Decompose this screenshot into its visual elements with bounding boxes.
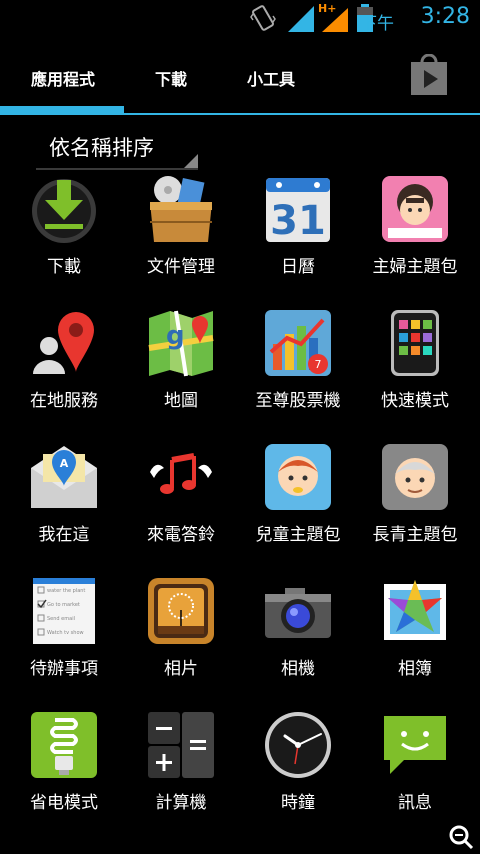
app-file-manager[interactable]: 文件管理 <box>122 168 240 296</box>
clock-icon <box>265 712 331 778</box>
signal-strength-icon <box>288 6 314 32</box>
app-im-here[interactable]: A 我在這 <box>5 436 123 564</box>
tab-downloads[interactable]: 下載 <box>155 66 187 90</box>
ringtone-icon <box>150 453 212 494</box>
app-label: 日曆 <box>281 257 315 277</box>
file-manager-icon <box>150 176 212 242</box>
play-store-button[interactable] <box>410 54 448 96</box>
app-label: 快速模式 <box>381 391 449 411</box>
sort-dropdown[interactable]: 依名稱排序 <box>36 122 198 170</box>
calendar-day-number: 31 <box>270 198 326 244</box>
app-label: 長青主題包 <box>372 525 458 545</box>
app-kids-theme[interactable]: 兒童主題包 <box>239 436 357 564</box>
im-here-icon: A <box>31 446 97 508</box>
photos-icon <box>148 578 214 644</box>
tab-indicator <box>0 106 124 113</box>
time-period: 下午 <box>360 14 394 34</box>
app-download[interactable]: 下載 <box>5 168 123 296</box>
app-drawer-tabs: 應用程式 下載 小工具 <box>0 38 480 116</box>
app-label: 來電答鈴 <box>147 525 215 545</box>
app-label: 兒童主題包 <box>255 525 341 545</box>
tab-widgets[interactable]: 小工具 <box>247 66 295 90</box>
app-todo[interactable]: water the plant Go to market Send email … <box>5 570 123 698</box>
local-services-icon <box>33 312 94 374</box>
kids-theme-icon <box>265 444 331 510</box>
calendar-icon: 31 <box>266 178 330 244</box>
app-calculator[interactable]: 計算機 <box>122 704 240 832</box>
todo-item: Go to market <box>47 602 80 608</box>
app-label: 相片 <box>164 659 198 679</box>
messages-icon <box>384 716 446 774</box>
app-photos[interactable]: 相片 <box>122 570 240 698</box>
app-housewife-theme[interactable]: 主婦主題包 <box>356 168 474 296</box>
gallery-icon <box>384 580 446 640</box>
app-label: 時鐘 <box>281 793 315 813</box>
app-calendar[interactable]: 31 日曆 <box>239 168 357 296</box>
todo-item: Watch tv show <box>47 630 84 636</box>
dropdown-arrow-icon <box>184 154 198 168</box>
calculator-icon <box>148 712 214 778</box>
app-label: 下載 <box>47 257 81 277</box>
sort-label: 依名稱排序 <box>49 136 154 160</box>
clock-time: 3:28 <box>420 4 470 29</box>
stock-icon: 7 <box>265 310 331 376</box>
data-signal-icon <box>322 8 348 32</box>
app-label: 文件管理 <box>147 257 215 277</box>
app-quick-mode[interactable]: 快速模式 <box>356 302 474 430</box>
app-elder-theme[interactable]: 長青主題包 <box>356 436 474 564</box>
app-label: 地圖 <box>164 391 198 411</box>
app-stock[interactable]: 7 至尊股票機 <box>239 302 357 430</box>
todo-item: Send email <box>47 616 75 622</box>
app-label: 訊息 <box>398 793 432 813</box>
app-gallery[interactable]: 相簿 <box>356 570 474 698</box>
app-label: 在地服務 <box>30 391 98 411</box>
download-icon <box>32 179 96 243</box>
todo-item: water the plant <box>47 588 85 594</box>
tab-divider <box>0 113 480 115</box>
app-label: 省电模式 <box>30 793 98 813</box>
status-bar: H+ 下午 3:28 <box>0 0 480 38</box>
app-label: 計算機 <box>155 793 207 813</box>
app-local-services[interactable]: 在地服務 <box>5 302 123 430</box>
app-power-saving[interactable]: 省电模式 <box>5 704 123 832</box>
quick-mode-icon <box>391 310 439 376</box>
app-maps[interactable]: g 地圖 <box>122 302 240 430</box>
maps-icon: g <box>148 310 214 377</box>
housewife-theme-icon <box>382 176 448 242</box>
power-saving-icon <box>31 712 97 778</box>
app-label: 主婦主題包 <box>372 257 458 277</box>
zoom-icon[interactable] <box>448 824 474 850</box>
app-ringtone[interactable]: 來電答鈴 <box>122 436 240 564</box>
app-clock[interactable]: 時鐘 <box>239 704 357 832</box>
svg-text:7: 7 <box>315 358 322 371</box>
svg-text:A: A <box>60 457 69 470</box>
app-messages[interactable]: 訊息 <box>356 704 474 832</box>
app-camera[interactable]: 相機 <box>239 570 357 698</box>
tab-apps[interactable]: 應用程式 <box>31 66 95 90</box>
app-label: 相簿 <box>398 659 432 679</box>
svg-text:g: g <box>166 321 185 351</box>
app-label: 我在這 <box>38 525 90 545</box>
todo-icon: water the plant Go to market Send email … <box>33 578 95 644</box>
elder-theme-icon <box>382 444 448 510</box>
app-label: 至尊股票機 <box>255 391 341 411</box>
vibrate-icon <box>250 5 276 31</box>
camera-icon <box>265 588 331 638</box>
app-label: 相機 <box>281 659 315 679</box>
app-label: 待辦事項 <box>30 659 98 679</box>
